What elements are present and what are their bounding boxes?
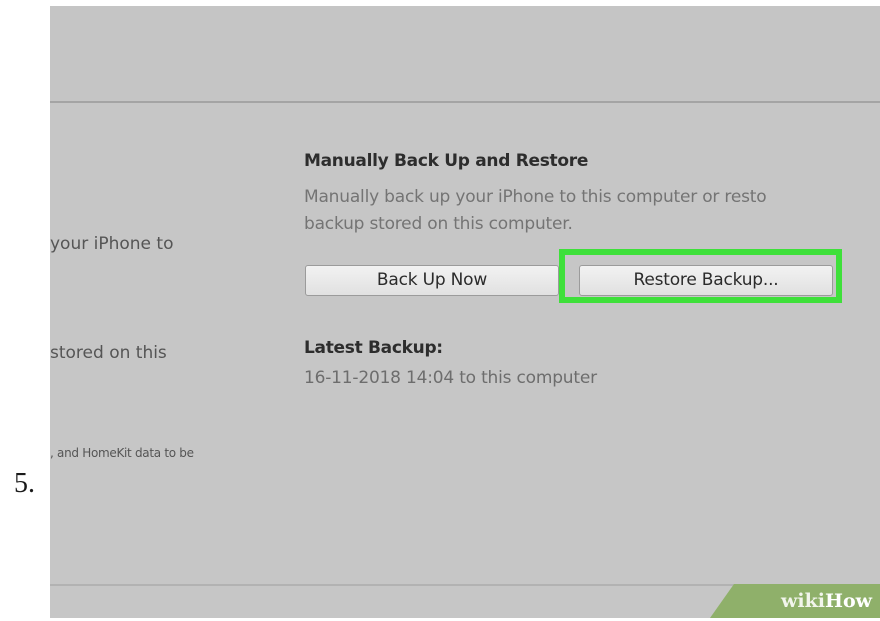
latest-backup-value: 16-11-2018 14:04 to this computer [304,368,597,388]
step-number: 5. [14,468,35,499]
manual-backup-description-line2: backup stored on this computer. [304,214,573,234]
latest-backup-title: Latest Backup: [304,338,443,358]
wikihow-watermark-how: How [825,590,872,612]
itunes-backup-panel: your iPhone to stored on this , and Home… [50,6,880,618]
wikihow-watermark-wiki: wiki [781,590,826,612]
left-column-text-3: , and HomeKit data to be [50,446,194,460]
left-column-text-2: stored on this [50,343,167,363]
restore-backup-highlight [559,249,842,303]
top-divider [50,101,880,103]
manual-backup-description: Manually back up your iPhone to this com… [304,184,767,238]
manual-backup-description-line1: Manually back up your iPhone to this com… [304,187,767,207]
panel-header-area [50,6,880,101]
back-up-now-button[interactable]: Back Up Now [305,265,559,296]
left-column-text-1: your iPhone to [50,234,174,254]
manual-backup-title: Manually Back Up and Restore [304,151,589,171]
wikihow-watermark: wikiHow [710,584,880,618]
